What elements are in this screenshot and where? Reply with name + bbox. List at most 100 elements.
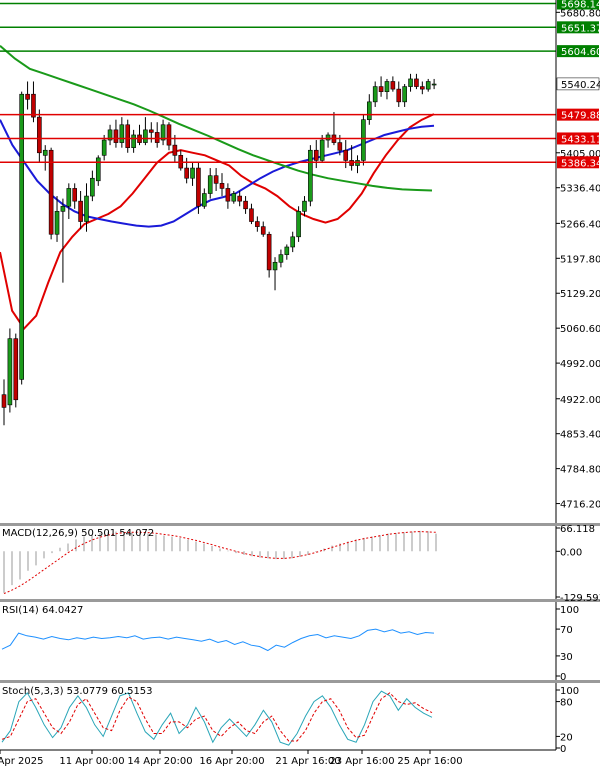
candle-body (7, 338, 13, 406)
candle-body (361, 119, 366, 161)
price-tick-label: 5060.60 (560, 324, 600, 335)
candle-body (243, 200, 248, 210)
stoch-label: Stoch(5,3,3) 53.0779 60.5153 (2, 686, 153, 697)
candle-body (378, 86, 384, 92)
candle-body (308, 149, 313, 202)
candle-body (84, 195, 89, 222)
candle-body (37, 116, 42, 154)
candle-body (372, 86, 378, 103)
candle-body (13, 338, 19, 401)
candle (296, 206, 301, 242)
stoch-tick-label: 100 (560, 686, 579, 697)
candle-body (260, 226, 266, 235)
candle-body (231, 193, 237, 202)
candle (308, 145, 313, 207)
candle-body (296, 211, 301, 238)
candle-body (384, 81, 390, 92)
candle-body (290, 236, 296, 248)
price-tick-label: 4853.40 (560, 430, 600, 441)
candle (361, 114, 366, 166)
candle-body (219, 183, 225, 189)
candle (13, 333, 19, 408)
rsi-label: RSI(14) 64.0427 (2, 605, 83, 616)
price-tick-label: 5336.40 (560, 184, 600, 195)
candle-body (125, 124, 131, 148)
time-tick-label: 11 Apr 00:00 (59, 756, 124, 767)
macd-tick-label: 66.118 (560, 524, 595, 535)
candle-body (78, 200, 83, 222)
level-label: 5479.88 (561, 111, 600, 122)
candle-body (202, 193, 207, 207)
price-tick-label: 5266.40 (560, 219, 600, 230)
candle-body (42, 149, 48, 156)
candle-body (408, 78, 413, 87)
candle-body (420, 86, 425, 90)
candle-body (90, 177, 95, 197)
stoch-tick-label: 20 (560, 732, 573, 743)
time-tick-label: 16 Apr 20:00 (199, 756, 264, 767)
macd-tick-label: 0.00 (560, 547, 582, 558)
candle-body (19, 93, 24, 380)
candle-body (154, 132, 160, 143)
candle-body (249, 208, 254, 222)
time-tick-label: 14 Apr 20:00 (127, 756, 192, 767)
candle-body (284, 246, 290, 255)
stoch-tick-label: 80 (560, 698, 573, 709)
candle-body (237, 195, 242, 202)
level-label: 5651.37 (561, 23, 600, 34)
candle-body (431, 83, 437, 86)
level-label: 5386.34 (561, 158, 600, 169)
time-tick-label: 23 Apr 16:00 (329, 756, 394, 767)
panel-separator (0, 523, 600, 526)
price-tick-label: 4922.00 (560, 395, 600, 406)
candle-body (1, 394, 7, 408)
candle-body (31, 93, 36, 118)
candle-body (113, 129, 119, 143)
candle-body (278, 254, 284, 263)
level-label: 5433.11 (561, 134, 600, 145)
price-tick-label: 5129.20 (560, 289, 600, 300)
candle (7, 328, 13, 413)
candle-body (319, 139, 325, 161)
candle-body (66, 188, 72, 207)
candle-body (325, 134, 331, 141)
candle-body (101, 139, 107, 156)
candle-body (272, 261, 278, 271)
candle-body (414, 78, 419, 87)
price-tick-label: 4992.00 (560, 359, 600, 370)
candle-body (190, 167, 195, 179)
time-tick-label: 25 Apr 16:00 (397, 756, 462, 767)
macd-label: MACD(12,26,9) 50.501 54.072 (2, 528, 154, 539)
candle (48, 147, 54, 240)
trading-chart: 5680.805405.005336.405266.405197.805129.… (0, 0, 600, 767)
rsi-tick-label: 100 (560, 605, 579, 616)
candle-body (119, 124, 125, 143)
rsi-tick-label: 0 (560, 672, 566, 683)
candle-body (54, 211, 60, 235)
level-label: 5604.60 (561, 47, 600, 58)
candle-body (131, 134, 136, 148)
candle-body (225, 188, 231, 202)
candle-body (143, 129, 148, 143)
current-price: 5540.24 (556, 77, 600, 91)
candle-body (337, 142, 343, 151)
candle-body (313, 149, 319, 161)
candle-body (25, 93, 30, 100)
candle-body (343, 149, 349, 161)
candle-body (196, 167, 201, 207)
rsi-tick-label: 70 (560, 625, 573, 636)
candle-body (402, 86, 407, 103)
candle-body (166, 124, 172, 146)
price-tick-label: 4784.80 (560, 465, 600, 476)
candle-body (172, 144, 178, 156)
time-tick-label: 9 Apr 2025 (0, 756, 43, 767)
macd-tick-label: -129.593 (560, 593, 600, 604)
price-tick-label: 4716.20 (560, 500, 600, 511)
current-price-label: 5540.24 (561, 80, 600, 91)
candle-body (72, 188, 78, 202)
candle-body (266, 233, 272, 271)
candle-body (207, 175, 213, 194)
panel-separator (0, 680, 600, 683)
candle-body (184, 167, 189, 179)
rsi-tick-label: 30 (560, 652, 573, 663)
